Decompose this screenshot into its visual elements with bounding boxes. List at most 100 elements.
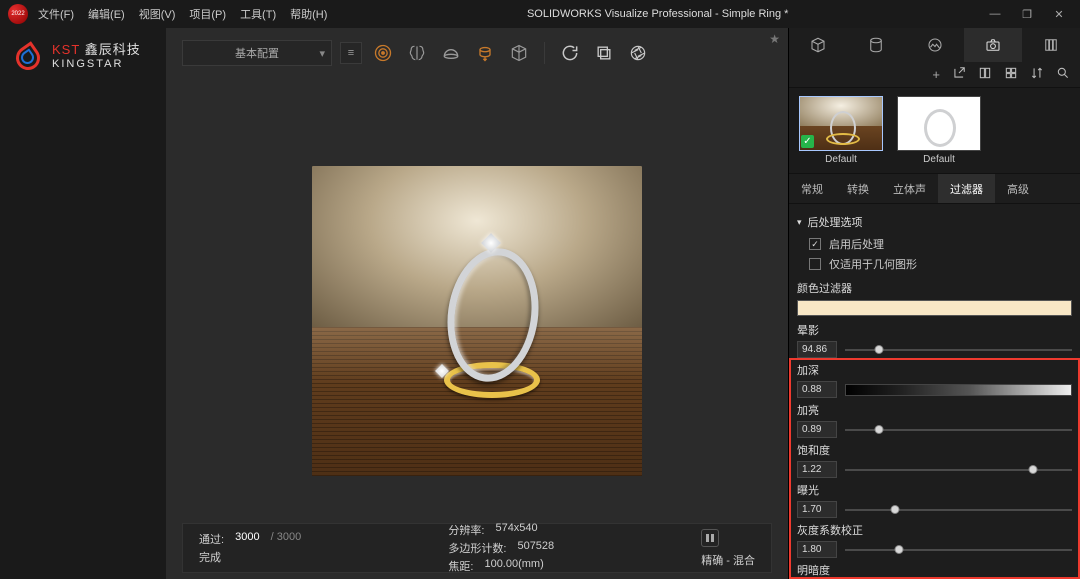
focal-label: 焦距:	[448, 558, 473, 574]
brain-icon[interactable]	[404, 40, 430, 66]
subtab-general[interactable]: 常规	[789, 174, 835, 203]
gravity-icon[interactable]	[472, 40, 498, 66]
resolution-label: 分辨率:	[448, 522, 484, 538]
geometry-only-label: 仅适用于几何图形	[829, 256, 917, 272]
slider-track[interactable]	[845, 464, 1072, 476]
search-icon[interactable]	[1056, 66, 1070, 83]
check-icon: ✓	[801, 135, 814, 148]
menu-edit[interactable]: 编辑(E)	[88, 6, 125, 22]
slider-label: 曝光	[797, 482, 1072, 498]
brand-logo: KST 鑫辰科技 KINGSTAR	[12, 40, 160, 74]
app-icon: 2022	[8, 4, 28, 24]
layout-icon[interactable]	[978, 66, 992, 83]
slider-knob[interactable]	[1029, 465, 1038, 474]
poly-value: 507528	[517, 540, 554, 556]
subtab-transform[interactable]: 转换	[835, 174, 881, 203]
filter-panel: ▾ 后处理选项 ✓ 启用后处理 仅适用于几何图形 颜色过滤器 晕影94.86加深…	[789, 204, 1080, 579]
chevron-down-icon: ▾	[319, 47, 325, 60]
slider-value-input[interactable]: 1.70	[797, 501, 837, 518]
menu-file[interactable]: 文件(F)	[38, 6, 74, 22]
precision-label: 精确 - 混合	[701, 552, 755, 568]
thumbnail-default-1[interactable]: ✓ Default	[799, 96, 883, 165]
subtab-stereo[interactable]: 立体声	[881, 174, 938, 203]
slider-row: 明暗度1.00	[797, 562, 1072, 579]
slider-value-input[interactable]: 1.80	[797, 541, 837, 558]
tab-models-icon[interactable]	[789, 28, 847, 62]
add-button[interactable]: +	[932, 67, 940, 82]
slider-label: 灰度系数校正	[797, 522, 1072, 538]
grid-icon[interactable]	[1004, 66, 1018, 83]
window-minimize-button[interactable]: —	[988, 8, 1002, 21]
passes-label: 通过:	[199, 531, 224, 547]
thumbnail-label: Default	[923, 154, 955, 165]
menu-tools[interactable]: 工具(T)	[240, 6, 276, 22]
slider-value-input[interactable]: 94.86	[797, 341, 837, 358]
refresh-icon[interactable]	[557, 40, 583, 66]
enable-postprocess-row[interactable]: ✓ 启用后处理	[809, 236, 1072, 252]
post-processing-header[interactable]: ▾ 后处理选项	[797, 214, 1072, 230]
toolbar-divider	[544, 42, 545, 64]
subtab-filter[interactable]: 过滤器	[938, 174, 995, 203]
brand-prefix: KST	[52, 42, 80, 57]
list-button[interactable]: ≡	[340, 42, 362, 64]
menu-view[interactable]: 视图(V)	[139, 6, 176, 22]
slider-track[interactable]	[845, 384, 1072, 396]
slider-label: 加深	[797, 362, 1072, 378]
brand-logo-mark	[12, 40, 46, 74]
window-maximize-button[interactable]: ❐	[1020, 8, 1034, 21]
slider-value-input[interactable]: 1.22	[797, 461, 837, 478]
slider-track[interactable]	[845, 344, 1072, 356]
sort-icon[interactable]	[1030, 66, 1044, 83]
slider-knob[interactable]	[895, 545, 904, 554]
export-icon[interactable]	[952, 66, 966, 83]
slider-track[interactable]	[845, 424, 1072, 436]
cube-icon[interactable]	[506, 40, 532, 66]
slider-knob[interactable]	[875, 425, 884, 434]
menu-bar: 文件(F) 编辑(E) 视图(V) 项目(P) 工具(T) 帮助(H)	[38, 6, 327, 22]
copy-icon[interactable]	[591, 40, 617, 66]
configuration-dropdown[interactable]: 基本配置 ▾	[182, 40, 332, 66]
window-close-button[interactable]: ✕	[1052, 8, 1066, 21]
render-preview	[312, 166, 642, 476]
brand-cn: 鑫辰科技	[85, 42, 141, 57]
slider-track[interactable]	[845, 504, 1072, 516]
menu-project[interactable]: 项目(P)	[189, 6, 226, 22]
tab-library-icon[interactable]	[1022, 28, 1080, 62]
color-filter-swatch[interactable]	[797, 300, 1072, 316]
menu-help[interactable]: 帮助(H)	[290, 6, 327, 22]
slider-label: 饱和度	[797, 442, 1072, 458]
passes-current: 3000	[235, 531, 259, 547]
slider-value-input[interactable]: 0.89	[797, 421, 837, 438]
pause-button[interactable]	[701, 529, 719, 547]
focal-value: 100.00(mm)	[484, 558, 543, 574]
slider-row: 饱和度 1.22	[797, 442, 1072, 478]
slider-label: 加亮	[797, 402, 1072, 418]
checkbox-geometry-only[interactable]	[809, 258, 821, 270]
subtab-advanced[interactable]: 高级	[995, 174, 1041, 203]
tab-scene-icon[interactable]	[905, 28, 963, 62]
favorite-star-icon[interactable]: ★	[769, 32, 780, 46]
dome-icon[interactable]	[438, 40, 464, 66]
sliders-group: 晕影 94.86 加深 0.88 加亮 0.89 饱和度 1.22 曝光 1.70 灰度系数校正 1.…	[797, 322, 1072, 579]
slider-label: 明暗度	[797, 562, 1072, 578]
camera-thumbnails: ✓ Default Default	[789, 88, 1080, 174]
geometry-only-row[interactable]: 仅适用于几何图形	[809, 256, 1072, 272]
viewport[interactable]	[166, 78, 788, 523]
tab-camera-icon[interactable]	[964, 28, 1022, 62]
slider-knob[interactable]	[875, 345, 884, 354]
slider-row: 加深 0.88	[797, 362, 1072, 398]
viewport-toolbar: 基本配置 ▾ ≡	[166, 28, 788, 78]
target-icon[interactable]	[370, 40, 396, 66]
window-title: SOLIDWORKS Visualize Professional - Simp…	[327, 8, 988, 20]
center-column: 基本配置 ▾ ≡	[166, 28, 788, 579]
slider-track[interactable]	[845, 544, 1072, 556]
slider-value-input[interactable]: 0.88	[797, 381, 837, 398]
checkbox-enable[interactable]: ✓	[809, 238, 821, 250]
slider-knob[interactable]	[890, 505, 899, 514]
slider-label: 晕影	[797, 322, 1072, 338]
title-bar: 2022 文件(F) 编辑(E) 视图(V) 项目(P) 工具(T) 帮助(H)…	[0, 0, 1080, 28]
thumbnail-default-2[interactable]: Default	[897, 96, 981, 165]
aperture-icon[interactable]	[625, 40, 651, 66]
tab-database-icon[interactable]	[847, 28, 905, 62]
slider-row: 加亮 0.89	[797, 402, 1072, 438]
